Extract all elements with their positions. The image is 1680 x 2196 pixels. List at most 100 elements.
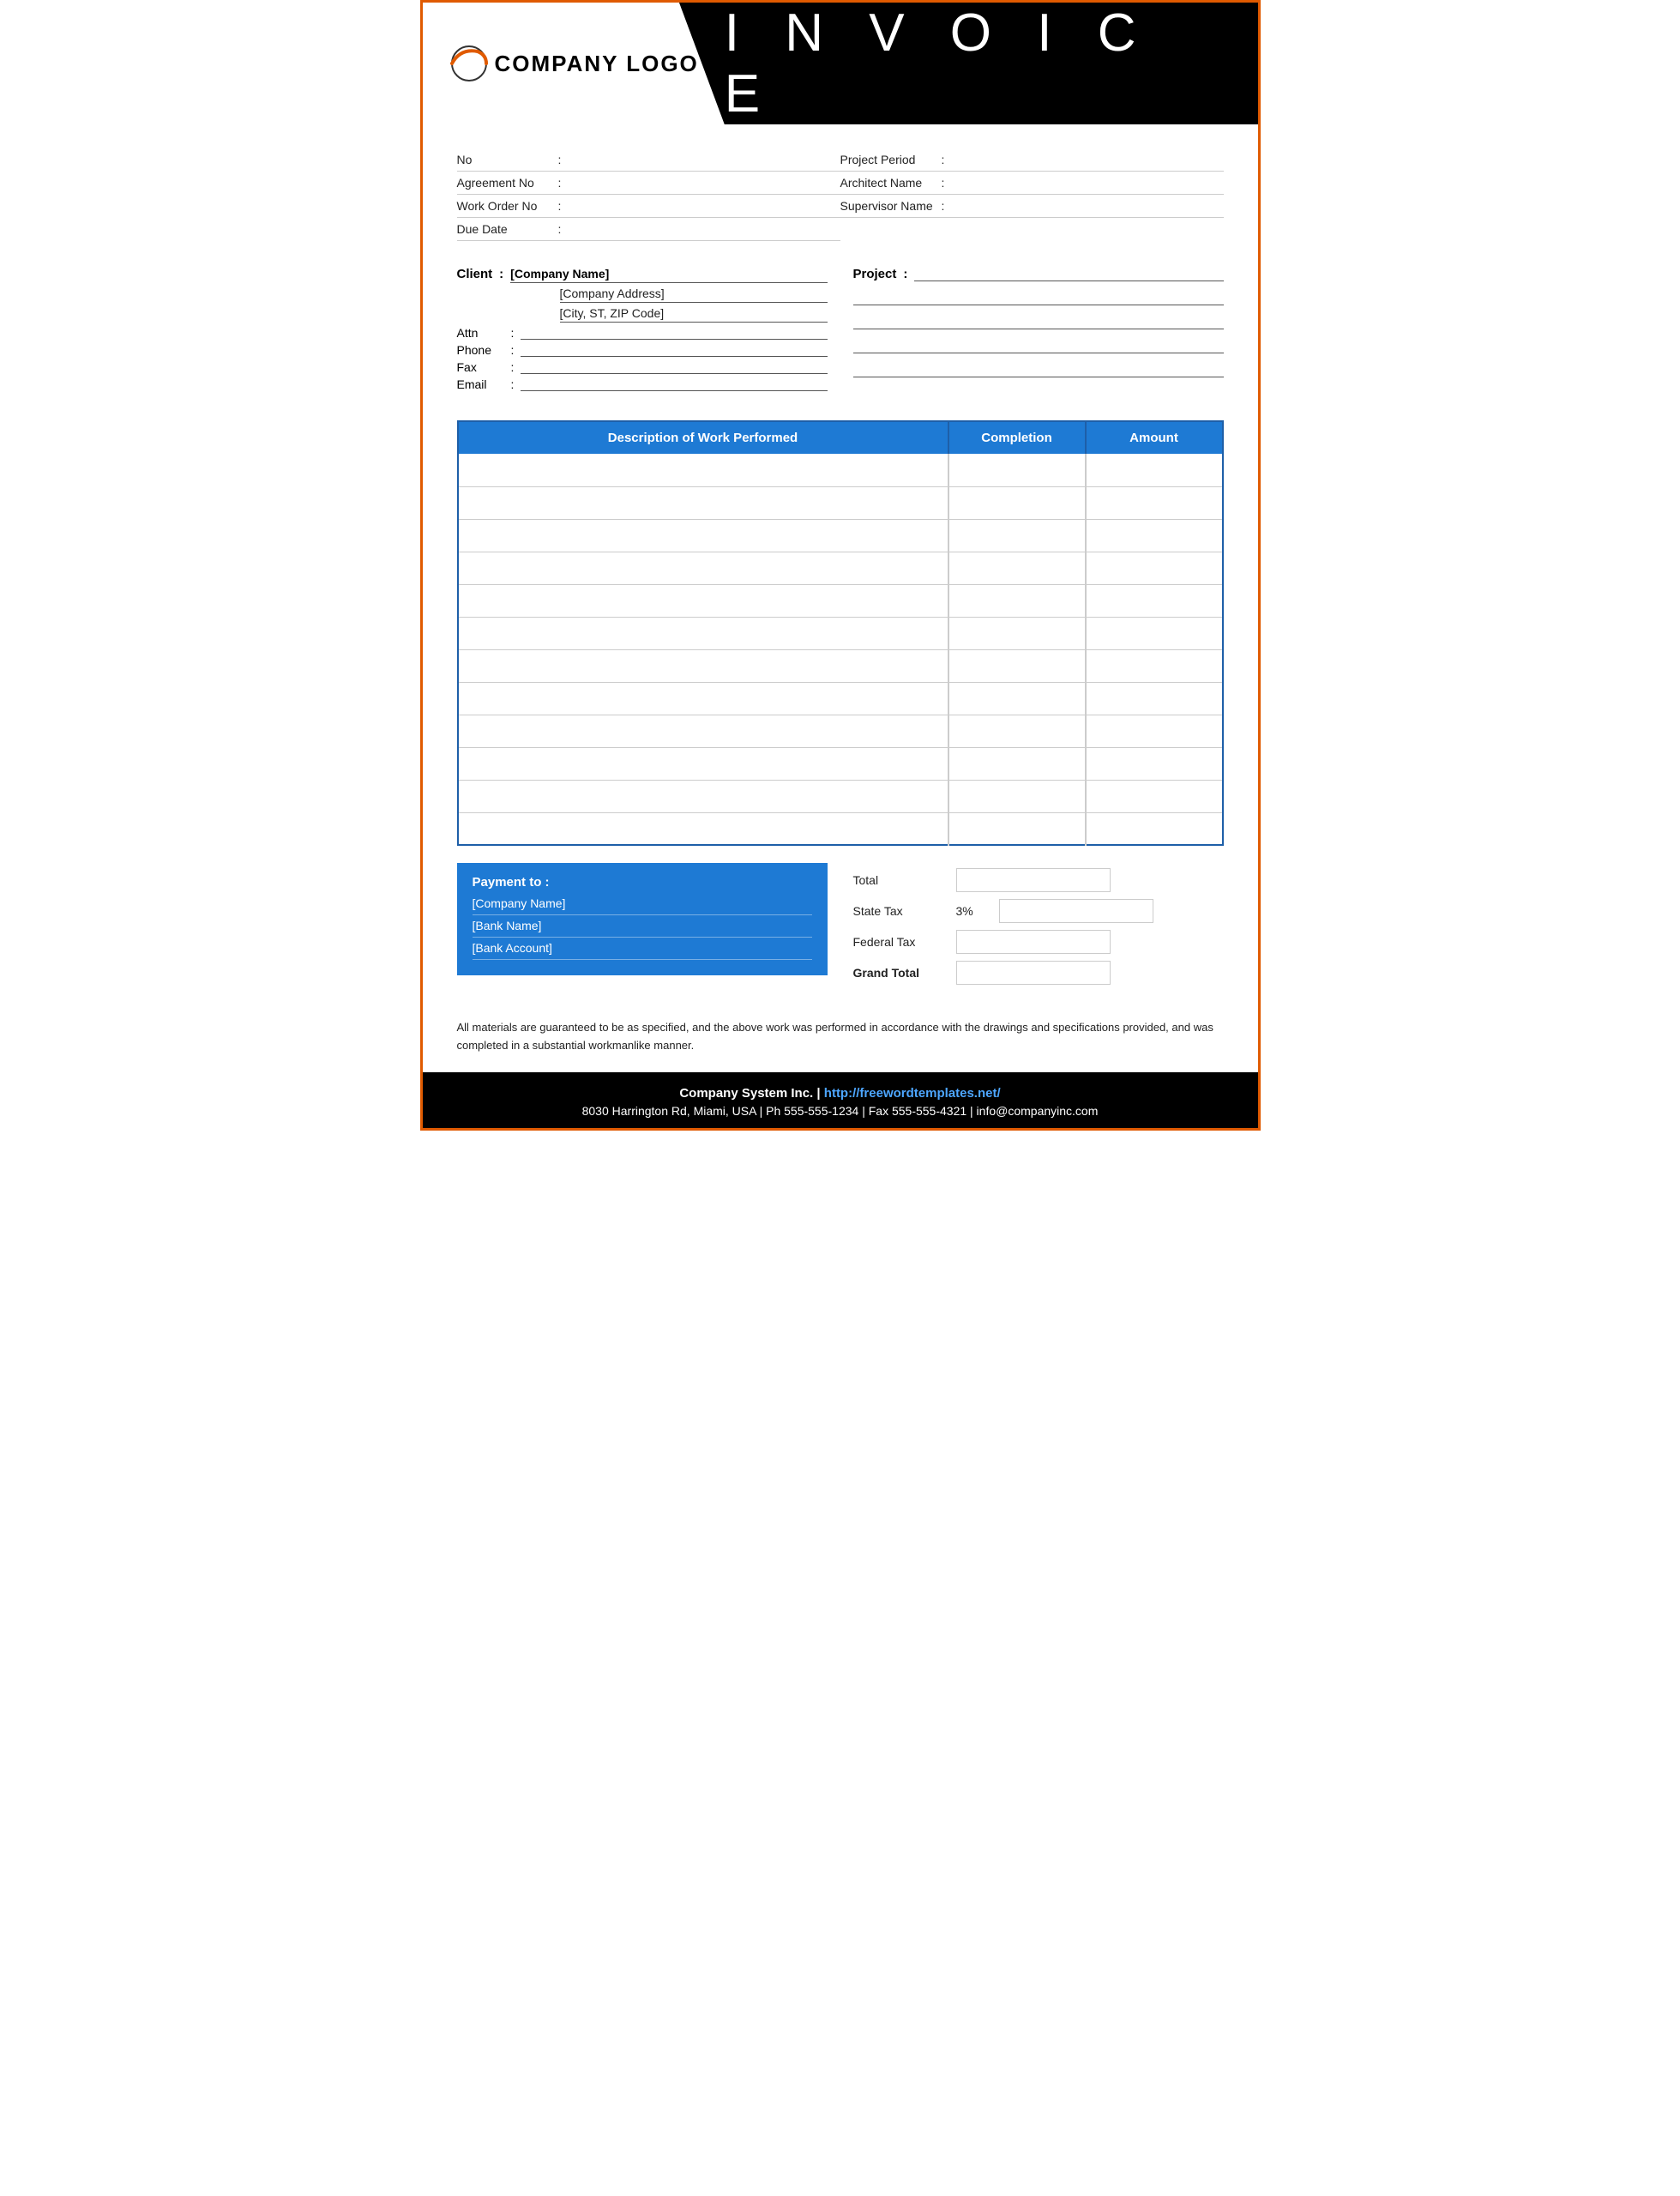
cell-desc bbox=[458, 552, 948, 584]
cell-comp bbox=[948, 715, 1086, 747]
label-grand-total: Grand Total bbox=[853, 966, 948, 980]
colon-no: : bbox=[558, 153, 562, 166]
footer-note: All materials are guaranteed to be as sp… bbox=[423, 1005, 1258, 1064]
cell-amt bbox=[1086, 454, 1223, 486]
value-grand-total bbox=[956, 961, 1111, 985]
table-body bbox=[458, 454, 1223, 845]
footer-link[interactable]: http://freewordtemplates.net/ bbox=[824, 1086, 1001, 1101]
cell-comp bbox=[948, 486, 1086, 519]
cell-comp bbox=[948, 812, 1086, 845]
col-completion: Completion bbox=[948, 421, 1086, 454]
client-city-zip: [City, ST, ZIP Code] bbox=[560, 306, 828, 323]
logo-label: COMPANY LOGO bbox=[495, 51, 699, 77]
cell-amt bbox=[1086, 780, 1223, 812]
table-row bbox=[458, 552, 1223, 584]
client-colon: : bbox=[499, 267, 503, 283]
project-line-1 bbox=[853, 287, 1224, 305]
payment-block: Payment to : [Company Name] [Bank Name] … bbox=[457, 863, 828, 975]
table-row bbox=[458, 747, 1223, 780]
client-row-phone: Phone : bbox=[457, 343, 828, 357]
project-label: Project : bbox=[853, 267, 1224, 281]
value-email bbox=[521, 389, 827, 391]
logo-icon bbox=[449, 45, 490, 82]
info-row-architect: Architect Name : bbox=[840, 172, 1224, 195]
cell-amt bbox=[1086, 584, 1223, 617]
cell-desc bbox=[458, 486, 948, 519]
info-section: No : Agreement No : Work Order No : Due … bbox=[423, 124, 1258, 250]
info-grid: No : Agreement No : Work Order No : Due … bbox=[457, 148, 1224, 241]
total-row-federal-tax: Federal Tax bbox=[853, 930, 1224, 954]
label-total: Total bbox=[853, 873, 948, 887]
cell-amt bbox=[1086, 682, 1223, 715]
value-state-tax bbox=[999, 899, 1153, 923]
cell-desc bbox=[458, 715, 948, 747]
cell-amt bbox=[1086, 715, 1223, 747]
footer-company-line: Company System Inc. | http://freewordtem… bbox=[440, 1086, 1241, 1101]
col-description: Description of Work Performed bbox=[458, 421, 948, 454]
cell-desc bbox=[458, 682, 948, 715]
cell-desc bbox=[458, 519, 948, 552]
info-row-supervisor: Supervisor Name : bbox=[840, 195, 1224, 218]
cell-desc bbox=[458, 812, 948, 845]
info-row-no: No : bbox=[457, 148, 840, 172]
header: COMPANY LOGO I N V O I C E bbox=[423, 3, 1258, 124]
colon-supervisor: : bbox=[942, 199, 945, 213]
info-left: No : Agreement No : Work Order No : Due … bbox=[457, 148, 840, 241]
project-block: Project : bbox=[853, 267, 1224, 395]
info-right: Project Period : Architect Name : Superv… bbox=[840, 148, 1224, 241]
project-line-4 bbox=[853, 359, 1224, 377]
cell-desc bbox=[458, 780, 948, 812]
label-phone: Phone bbox=[457, 343, 504, 357]
footer-note-text: All materials are guaranteed to be as sp… bbox=[457, 1021, 1213, 1052]
label-architect: Architect Name bbox=[840, 176, 935, 190]
client-label: Client : [Company Name] bbox=[457, 267, 828, 283]
colon-attn: : bbox=[511, 326, 515, 340]
cell-comp bbox=[948, 617, 1086, 649]
colon-agreement: : bbox=[558, 176, 562, 190]
cell-comp bbox=[948, 454, 1086, 486]
client-label-text: Client bbox=[457, 267, 493, 283]
table-header-row: Description of Work Performed Completion… bbox=[458, 421, 1223, 454]
payment-totals-section: Payment to : [Company Name] [Bank Name] … bbox=[423, 854, 1258, 1005]
colon-period: : bbox=[942, 153, 945, 166]
cell-desc bbox=[458, 584, 948, 617]
client-row-email: Email : bbox=[457, 377, 828, 391]
client-block: Client : [Company Name] [Company Address… bbox=[457, 267, 828, 395]
cell-amt bbox=[1086, 747, 1223, 780]
work-table: Description of Work Performed Completion… bbox=[457, 420, 1224, 846]
logo-section: COMPANY LOGO bbox=[423, 3, 725, 124]
footer-address: 8030 Harrington Rd, Miami, USA | Ph 555-… bbox=[440, 1104, 1241, 1118]
table-row bbox=[458, 584, 1223, 617]
payment-bank-name: [Bank Name] bbox=[473, 919, 812, 938]
label-fax: Fax bbox=[457, 360, 504, 374]
payment-company-name: [Company Name] bbox=[473, 896, 812, 915]
cell-comp bbox=[948, 747, 1086, 780]
footer-bar: Company System Inc. | http://freewordtem… bbox=[423, 1072, 1258, 1128]
cell-amt bbox=[1086, 486, 1223, 519]
project-line-3 bbox=[853, 335, 1224, 353]
table-row bbox=[458, 780, 1223, 812]
label-email: Email bbox=[457, 377, 504, 391]
cell-comp bbox=[948, 682, 1086, 715]
col-amount: Amount bbox=[1086, 421, 1223, 454]
info-row-period: Project Period : bbox=[840, 148, 1224, 172]
colon-duedate: : bbox=[558, 222, 562, 236]
table-row bbox=[458, 682, 1223, 715]
value-phone bbox=[521, 354, 827, 357]
cell-amt bbox=[1086, 552, 1223, 584]
totals-block: Total State Tax 3% Federal Tax Grand Tot… bbox=[853, 863, 1224, 988]
value-fax bbox=[521, 371, 827, 374]
cell-amt bbox=[1086, 519, 1223, 552]
label-supervisor: Supervisor Name bbox=[840, 199, 935, 213]
cell-amt bbox=[1086, 617, 1223, 649]
value-total bbox=[956, 868, 1111, 892]
total-row-grand-total: Grand Total bbox=[853, 961, 1224, 985]
cell-comp bbox=[948, 519, 1086, 552]
client-company-name: [Company Name] bbox=[510, 267, 827, 283]
label-federal-tax: Federal Tax bbox=[853, 935, 948, 949]
table-row bbox=[458, 486, 1223, 519]
label-period: Project Period bbox=[840, 153, 935, 166]
table-row bbox=[458, 617, 1223, 649]
cell-desc bbox=[458, 454, 948, 486]
project-label-text: Project bbox=[853, 267, 897, 281]
